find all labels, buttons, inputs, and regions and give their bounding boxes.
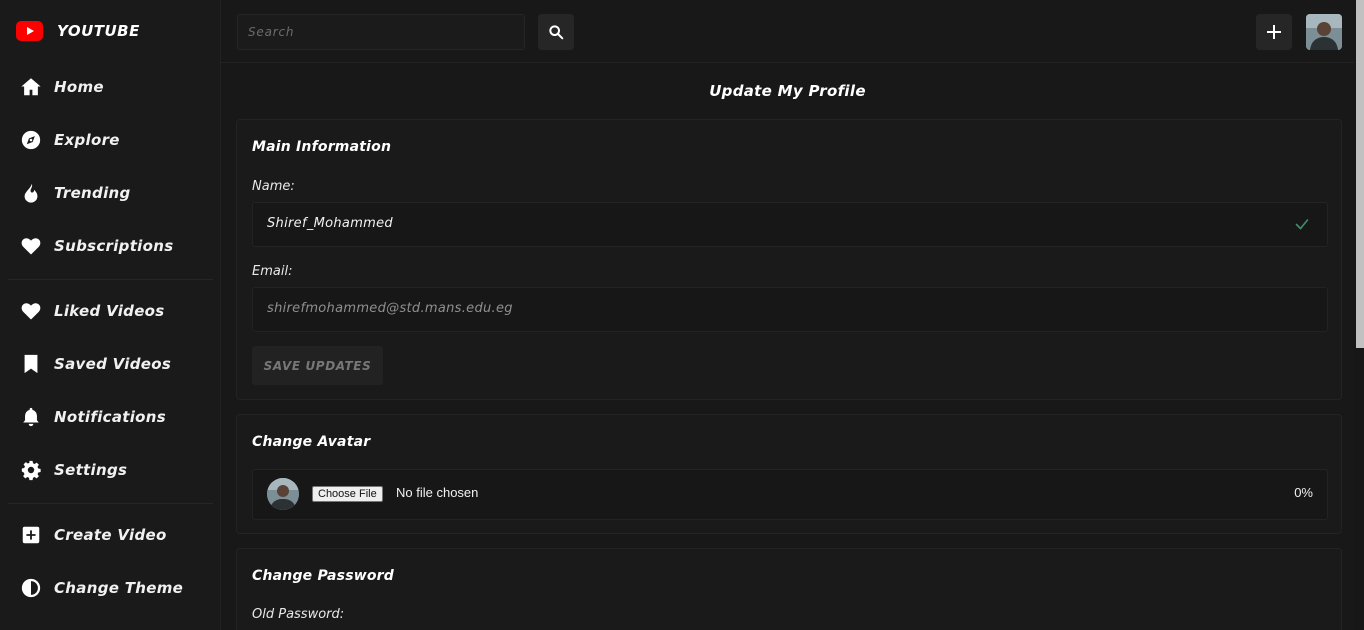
search-icon [549,25,564,40]
card-title: Main Information [252,139,392,155]
sidebar-item-settings[interactable]: Settings [20,455,127,485]
main-information-card: Main Information Name: Shiref_Mohammed E… [236,119,1342,400]
sidebar-divider [8,503,213,504]
sidebar-item-label: Trending [54,184,131,202]
sidebar-item-create-video[interactable]: Create Video [20,520,167,550]
sidebar-item-label: Notifications [54,408,166,426]
sidebar-item-home[interactable]: Home [20,72,104,102]
brand-name: YOUTUBE [57,22,140,40]
upload-progress: 0% [1294,485,1313,500]
topbar [221,0,1354,63]
bell-icon [23,407,39,427]
scrollbar-thumb[interactable] [1356,0,1364,348]
card-title: Change Avatar [252,434,371,450]
home-icon [21,78,41,96]
add-video-button[interactable] [1256,14,1292,50]
sidebar-divider [8,279,213,280]
choose-file-button[interactable]: Choose File [312,486,383,502]
email-label: Email: [252,264,293,279]
heart-icon [21,303,41,320]
youtube-logo-icon [16,21,43,41]
email-field[interactable]: shirefmohammed@std.mans.edu.eg [252,287,1328,332]
app-root: YOUTUBE Home Explore Trending Subscripti… [0,0,1364,630]
avatar-image [1306,14,1342,50]
sidebar-item-label: Saved Videos [54,355,172,373]
plus-icon [1267,25,1281,39]
heart-icon [21,238,41,255]
check-icon [1295,219,1309,230]
name-label: Name: [252,179,295,194]
sidebar-item-subscriptions[interactable]: Subscriptions [20,231,173,261]
search-button[interactable] [538,14,574,50]
sidebar-item-notifications[interactable]: Notifications [20,402,166,432]
sidebar-item-explore[interactable]: Explore [20,125,120,155]
page-title: Update My Profile [709,82,866,100]
name-field[interactable]: Shiref_Mohammed [252,202,1328,247]
plus-square-icon [22,526,40,544]
avatar-upload-row: Choose File No file chosen 0% [252,469,1328,520]
sidebar-item-label: Home [54,78,104,96]
avatar-preview [267,478,299,510]
half-circle-icon [21,578,41,598]
avatar-image [267,478,299,510]
gear-icon [21,460,41,481]
change-avatar-card: Change Avatar Choose File No file chosen… [236,414,1342,534]
sidebar-item-label: Settings [54,461,128,479]
sidebar-item-change-theme[interactable]: Change Theme [20,573,183,603]
old-password-label: Old Password: [252,607,345,622]
sidebar-item-label: Create Video [54,526,167,544]
sidebar-item-saved-videos[interactable]: Saved Videos [20,349,171,379]
avatar[interactable] [1306,14,1342,50]
bookmark-icon [24,354,38,374]
card-title: Change Password [252,568,395,584]
brand[interactable]: YOUTUBE [16,21,140,41]
email-value: shirefmohammed@std.mans.edu.eg [267,301,513,316]
sidebar-item-label: Subscriptions [54,237,174,255]
file-status: No file chosen [396,485,479,500]
fire-icon [24,183,38,203]
sidebar-item-trending[interactable]: Trending [20,178,131,208]
sidebar: YOUTUBE Home Explore Trending Subscripti… [0,0,221,630]
search-input[interactable] [237,14,525,50]
name-value: Shiref_Mohammed [267,216,393,231]
sidebar-item-liked-videos[interactable]: Liked Videos [20,296,165,326]
sidebar-item-label: Liked Videos [54,302,165,320]
sidebar-item-label: Explore [54,131,120,149]
change-password-card: Change Password Old Password: [236,548,1342,630]
compass-icon [21,130,41,150]
save-updates-button[interactable]: SAVE UPDATES [252,346,383,385]
sidebar-item-label: Change Theme [54,579,184,597]
